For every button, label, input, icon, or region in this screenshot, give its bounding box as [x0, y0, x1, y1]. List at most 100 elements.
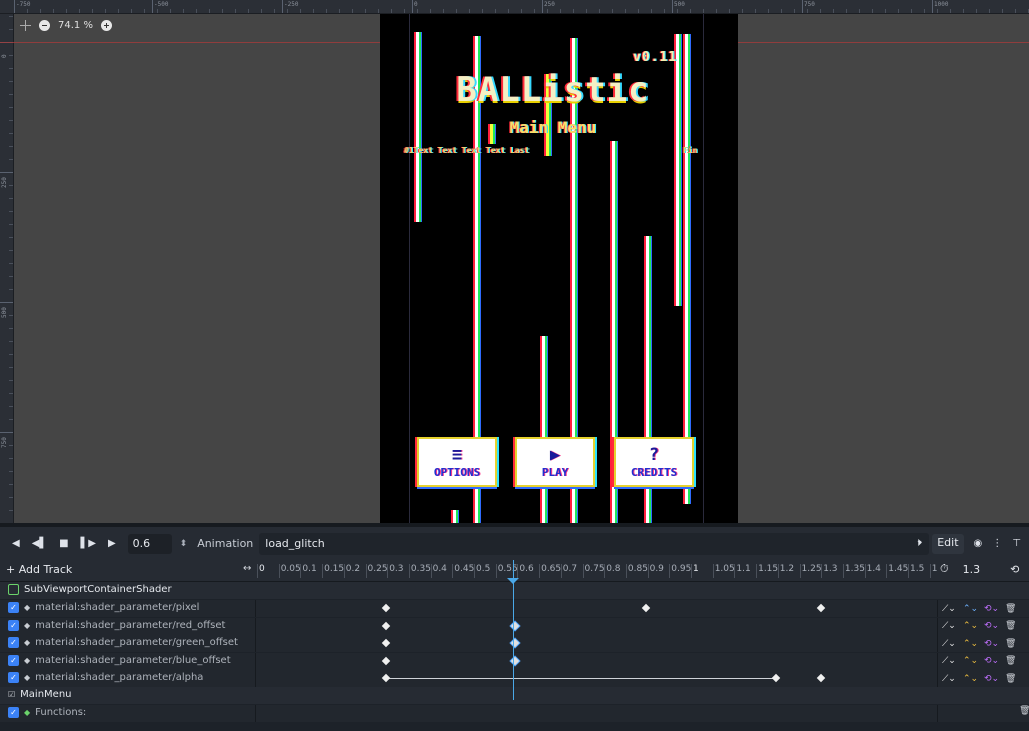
ruler-tick	[9, 146, 13, 147]
interpolation-icon[interactable]: ⌃⌄	[963, 674, 982, 684]
pin-icon[interactable]: ⊤	[1012, 538, 1021, 549]
track-enabled-checkbox[interactable]: ✓	[8, 707, 19, 718]
play-icon: ▶	[549, 444, 561, 465]
keyframe[interactable]	[816, 673, 826, 683]
track-row[interactable]: ✓ ◆ material:shader_parameter/blue_offset ⟋…	[0, 652, 1029, 670]
move-icon[interactable]	[20, 19, 31, 31]
autoplay-icon[interactable]: ⏵	[917, 538, 922, 549]
ruler-label: -250	[284, 1, 299, 8]
update-mode-icon[interactable]: ⟋⌄	[942, 621, 961, 631]
ruler-label: 500	[1, 307, 8, 318]
time-scale-label: 1.2	[779, 564, 795, 574]
keyframe[interactable]	[641, 603, 651, 613]
track-lane[interactable]	[255, 617, 938, 635]
track-lane[interactable]	[255, 635, 938, 652]
delete-track-icon[interactable]: 🗑	[1005, 656, 1016, 666]
time-scale-label: 0.6	[519, 564, 534, 574]
stop-icon[interactable]: ■	[59, 538, 68, 549]
play-button[interactable]: ▶ PLAY	[515, 437, 595, 487]
ruler-tick	[79, 9, 80, 13]
update-mode-icon[interactable]: ⟋⌄	[942, 604, 961, 614]
loop-wrap-icon[interactable]: ⟲⌄	[984, 674, 1003, 684]
delete-track-icon[interactable]: 🗑	[1005, 604, 1016, 614]
edit-button[interactable]: Edit	[932, 533, 964, 554]
delete-track-icon[interactable]: 🗑	[1005, 621, 1016, 631]
more-options-icon[interactable]: ⋮	[992, 538, 1002, 549]
add-track-button[interactable]: + Add Track	[6, 563, 72, 576]
keyframe[interactable]	[816, 603, 826, 613]
keyframe[interactable]	[381, 656, 391, 665]
track-lane[interactable]	[255, 652, 938, 670]
length-value[interactable]: 1.3	[963, 563, 981, 576]
time-scale-label: 1	[693, 564, 699, 574]
time-scale-label: 0.45	[454, 564, 475, 574]
playhead-handle[interactable]	[507, 578, 519, 584]
track-controls: ⟋⌄ ⌃⌄ ⟲⌄ 🗑	[942, 619, 1029, 634]
keyframe[interactable]	[771, 673, 781, 683]
interpolation-icon[interactable]: ⌃⌄	[963, 639, 982, 649]
play-backwards-icon[interactable]: ◀	[12, 538, 20, 549]
delete-track-icon[interactable]: 🗑	[1019, 706, 1029, 716]
glitch-bar	[416, 32, 419, 222]
fit-range-icon[interactable]: ↔	[243, 563, 251, 574]
zoom-level[interactable]: 74.1 %	[58, 20, 93, 31]
credits-button[interactable]: ? CREDITS	[614, 437, 694, 487]
ruler-tick	[412, 0, 413, 13]
update-mode-icon[interactable]: ⟋⌄	[942, 639, 961, 649]
interpolation-icon[interactable]: ⌃⌄	[963, 621, 982, 631]
time-spinner-icon[interactable]: ⬍	[180, 539, 188, 549]
options-icon: ≡	[451, 444, 463, 465]
play-from-start-icon[interactable]: ▌▶	[81, 538, 96, 549]
play-icon[interactable]: ▶	[108, 538, 116, 549]
track-lane[interactable]	[255, 670, 938, 687]
track-enabled-checkbox[interactable]: ✓	[8, 654, 19, 666]
loop-wrap-icon[interactable]: ⟲⌄	[984, 604, 1003, 614]
ruler-tick	[9, 471, 13, 472]
credits-icon: ?	[648, 444, 660, 465]
interpolation-icon[interactable]: ⌃⌄	[963, 604, 982, 614]
keyframe-tween	[386, 678, 776, 679]
ruler-tick	[885, 9, 886, 13]
track-enabled-checkbox[interactable]: ✓	[8, 602, 19, 613]
editor-viewport[interactable]: -750 -500 -250 0 250 500 750 1000 0 250 500 750 74…	[0, 0, 1029, 523]
update-mode-icon[interactable]: ⟋⌄	[942, 656, 961, 666]
track-lane[interactable]	[255, 600, 938, 617]
track-lane[interactable]	[255, 705, 938, 722]
track-row[interactable]: ✓ ◆ Functions: 🗑	[0, 705, 1029, 722]
ruler-tick	[53, 9, 54, 13]
track-enabled-checkbox[interactable]: ✓	[8, 619, 19, 631]
track-enabled-checkbox[interactable]: ✓	[8, 672, 19, 683]
loop-wrap-icon[interactable]: ⟲⌄	[984, 639, 1003, 649]
loop-icon[interactable]: ⟲	[1010, 563, 1019, 576]
track-row[interactable]: ✓ ◆ material:shader_parameter/green_offset…	[0, 635, 1029, 652]
loop-wrap-icon[interactable]: ⟲⌄	[984, 621, 1003, 631]
zoom-out-icon[interactable]	[39, 19, 50, 31]
time-scale-separator	[734, 564, 736, 578]
loop-wrap-icon[interactable]: ⟲⌄	[984, 656, 1003, 666]
zoom-in-icon[interactable]	[100, 19, 112, 31]
time-scale-separator	[365, 564, 367, 578]
track-group-row[interactable]: ☑ MainMenu	[0, 687, 1029, 704]
play-backwards-from-end-icon[interactable]: ◀▌	[32, 538, 47, 549]
ruler-tick	[976, 9, 977, 13]
time-scale[interactable]: 0 0.05 0.1 0.15 0.2 0.25 0.3 0.35 0.4 0.45 0.5 0.55…	[255, 560, 938, 582]
keyframe[interactable]	[381, 603, 391, 613]
animation-select[interactable]: load_glitch ⌄	[259, 532, 930, 555]
interpolation-icon[interactable]: ⌃⌄	[963, 656, 982, 666]
track-enabled-checkbox[interactable]: ✓	[8, 637, 19, 648]
keyframe[interactable]	[381, 673, 391, 683]
time-scale-separator	[712, 564, 714, 578]
keyframe[interactable]	[381, 638, 391, 648]
track-row[interactable]: ✓ ◆ material:shader_parameter/alpha ⟋⌄ ⌃⌄ ⟲⌄ 🗑	[0, 670, 1029, 687]
options-button[interactable]: ≡ OPTIONS	[417, 437, 497, 487]
track-row[interactable]: ✓ ◆ material:shader_parameter/pixel ⟋⌄ ⌃⌄ ⟲⌄ 🗑	[0, 600, 1029, 617]
delete-track-icon[interactable]: 🗑	[1005, 639, 1016, 649]
update-mode-icon[interactable]: ⟋⌄	[942, 674, 961, 684]
current-time-field[interactable]: 0.6	[127, 533, 172, 554]
delete-track-icon[interactable]: 🗑	[1005, 674, 1016, 684]
onion-skin-icon[interactable]: ◉	[974, 538, 983, 549]
track-row[interactable]: ✓ ◆ material:shader_parameter/red_offset ⟋⌄…	[0, 617, 1029, 635]
keyframe[interactable]	[381, 621, 391, 630]
time-scale-separator	[886, 564, 888, 578]
track-group-row[interactable]: SubViewportContainerShader	[0, 582, 1029, 599]
